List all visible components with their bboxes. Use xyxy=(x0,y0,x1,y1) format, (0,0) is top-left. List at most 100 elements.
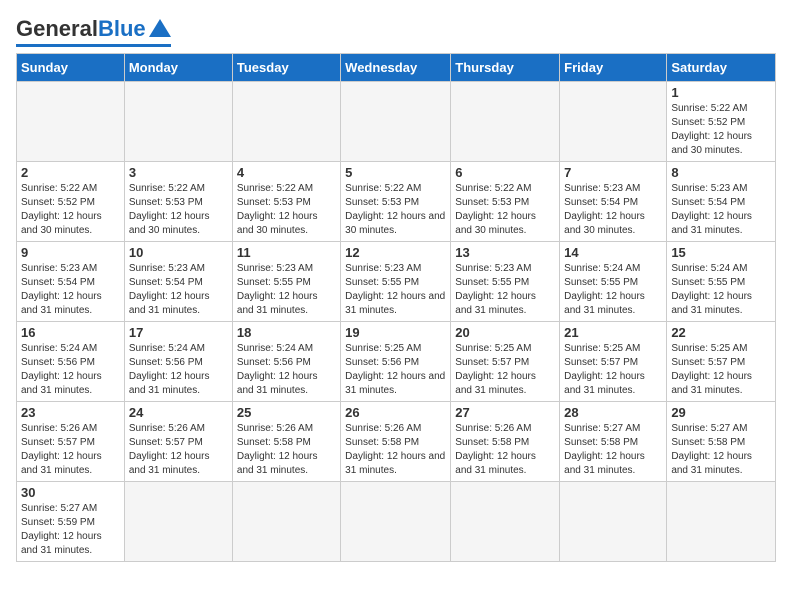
day-info: Sunrise: 5:23 AMSunset: 5:54 PMDaylight:… xyxy=(671,182,771,238)
calendar-cell: 16Sunrise: 5:24 AMSunset: 5:56 PMDayligh… xyxy=(17,322,125,402)
day-info: Sunrise: 5:22 AMSunset: 5:52 PMDaylight:… xyxy=(21,182,120,238)
day-number: 11 xyxy=(237,245,336,260)
day-info: Sunrise: 5:23 AMSunset: 5:55 PMDaylight:… xyxy=(455,262,555,318)
day-info: Sunrise: 5:26 AMSunset: 5:58 PMDaylight:… xyxy=(455,422,555,478)
calendar-cell xyxy=(560,82,667,162)
logo: General Blue xyxy=(16,16,171,47)
logo-icon xyxy=(149,19,171,37)
day-info: Sunrise: 5:25 AMSunset: 5:57 PMDaylight:… xyxy=(564,342,662,398)
day-info: Sunrise: 5:27 AMSunset: 5:58 PMDaylight:… xyxy=(564,422,662,478)
day-info: Sunrise: 5:24 AMSunset: 5:55 PMDaylight:… xyxy=(564,262,662,318)
calendar-cell xyxy=(667,482,776,562)
calendar-cell: 26Sunrise: 5:26 AMSunset: 5:58 PMDayligh… xyxy=(341,402,451,482)
calendar-cell xyxy=(451,82,560,162)
week-row-3: 9 Sunrise: 5:23 AMSunset: 5:54 PMDaylight… xyxy=(17,242,776,322)
calendar-cell: 12Sunrise: 5:23 AMSunset: 5:55 PMDayligh… xyxy=(341,242,451,322)
day-number: 17 xyxy=(129,325,228,340)
weekday-header-sunday: Sunday xyxy=(17,54,125,82)
logo-general-text: General xyxy=(16,16,98,42)
calendar-cell: 30 Sunrise: 5:27 AMSunset: 5:59 PMDayligh… xyxy=(17,482,125,562)
day-info: Sunrise: 5:25 AMSunset: 5:57 PMDaylight:… xyxy=(671,342,771,398)
calendar-cell: 18Sunrise: 5:24 AMSunset: 5:56 PMDayligh… xyxy=(232,322,340,402)
calendar-cell: 17Sunrise: 5:24 AMSunset: 5:56 PMDayligh… xyxy=(124,322,232,402)
calendar-table: SundayMondayTuesdayWednesdayThursdayFrid… xyxy=(16,53,776,562)
weekday-header-monday: Monday xyxy=(124,54,232,82)
day-number: 18 xyxy=(237,325,336,340)
calendar-cell: 24Sunrise: 5:26 AMSunset: 5:57 PMDayligh… xyxy=(124,402,232,482)
logo-underline xyxy=(16,44,171,47)
calendar-cell: 14Sunrise: 5:24 AMSunset: 5:55 PMDayligh… xyxy=(560,242,667,322)
weekday-header-thursday: Thursday xyxy=(451,54,560,82)
logo-blue-text: Blue xyxy=(98,16,146,42)
calendar-cell: 27Sunrise: 5:26 AMSunset: 5:58 PMDayligh… xyxy=(451,402,560,482)
day-number: 10 xyxy=(129,245,228,260)
day-number: 28 xyxy=(564,405,662,420)
day-number: 23 xyxy=(21,405,120,420)
calendar-cell xyxy=(341,82,451,162)
calendar-cell: 5Sunrise: 5:22 AMSunset: 5:53 PMDaylight… xyxy=(341,162,451,242)
calendar-cell: 8Sunrise: 5:23 AMSunset: 5:54 PMDaylight… xyxy=(667,162,776,242)
day-number: 12 xyxy=(345,245,446,260)
calendar-cell xyxy=(124,482,232,562)
week-row-5: 23 Sunrise: 5:26 AMSunset: 5:57 PMDayligh… xyxy=(17,402,776,482)
calendar-cell xyxy=(17,82,125,162)
calendar-cell: 1 Sunrise: 5:22 AMSunset: 5:52 PMDaylight… xyxy=(667,82,776,162)
calendar-cell: 9 Sunrise: 5:23 AMSunset: 5:54 PMDaylight… xyxy=(17,242,125,322)
day-info: Sunrise: 5:24 AMSunset: 5:55 PMDaylight:… xyxy=(671,262,771,318)
weekday-header-friday: Friday xyxy=(560,54,667,82)
calendar-cell: 4Sunrise: 5:22 AMSunset: 5:53 PMDaylight… xyxy=(232,162,340,242)
calendar-cell: 3 Sunrise: 5:22 AMSunset: 5:53 PMDaylight… xyxy=(124,162,232,242)
day-number: 2 xyxy=(21,165,120,180)
day-number: 9 xyxy=(21,245,120,260)
calendar-cell: 22 Sunrise: 5:25 AMSunset: 5:57 PMDayligh… xyxy=(667,322,776,402)
day-info: Sunrise: 5:22 AMSunset: 5:53 PMDaylight:… xyxy=(129,182,228,238)
day-number: 24 xyxy=(129,405,228,420)
calendar-cell: 28 Sunrise: 5:27 AMSunset: 5:58 PMDayligh… xyxy=(560,402,667,482)
calendar-cell: 20 Sunrise: 5:25 AMSunset: 5:57 PMDayligh… xyxy=(451,322,560,402)
calendar-cell xyxy=(451,482,560,562)
day-info: Sunrise: 5:26 AMSunset: 5:58 PMDaylight:… xyxy=(237,422,336,478)
calendar-cell: 11Sunrise: 5:23 AMSunset: 5:55 PMDayligh… xyxy=(232,242,340,322)
day-info: Sunrise: 5:23 AMSunset: 5:54 PMDaylight:… xyxy=(21,262,120,318)
day-number: 1 xyxy=(671,85,771,100)
day-number: 20 xyxy=(455,325,555,340)
day-info: Sunrise: 5:22 AMSunset: 5:52 PMDaylight:… xyxy=(671,102,771,158)
day-info: Sunrise: 5:22 AMSunset: 5:53 PMDaylight:… xyxy=(345,182,446,238)
weekday-header-wednesday: Wednesday xyxy=(341,54,451,82)
header: General Blue xyxy=(16,16,776,47)
day-number: 6 xyxy=(455,165,555,180)
day-number: 7 xyxy=(564,165,662,180)
calendar-cell: 25 Sunrise: 5:26 AMSunset: 5:58 PMDayligh… xyxy=(232,402,340,482)
day-info: Sunrise: 5:23 AMSunset: 5:54 PMDaylight:… xyxy=(129,262,228,318)
day-number: 25 xyxy=(237,405,336,420)
day-info: Sunrise: 5:26 AMSunset: 5:58 PMDaylight:… xyxy=(345,422,446,478)
day-info: Sunrise: 5:23 AMSunset: 5:54 PMDaylight:… xyxy=(564,182,662,238)
day-number: 16 xyxy=(21,325,120,340)
day-info: Sunrise: 5:25 AMSunset: 5:57 PMDaylight:… xyxy=(455,342,555,398)
week-row-4: 16Sunrise: 5:24 AMSunset: 5:56 PMDayligh… xyxy=(17,322,776,402)
weekday-header-tuesday: Tuesday xyxy=(232,54,340,82)
day-info: Sunrise: 5:27 AMSunset: 5:59 PMDaylight:… xyxy=(21,502,120,558)
calendar-cell: 15 Sunrise: 5:24 AMSunset: 5:55 PMDayligh… xyxy=(667,242,776,322)
calendar-cell xyxy=(341,482,451,562)
week-row-2: 2 Sunrise: 5:22 AMSunset: 5:52 PMDaylight… xyxy=(17,162,776,242)
day-number: 3 xyxy=(129,165,228,180)
calendar-cell: 10 Sunrise: 5:23 AMSunset: 5:54 PMDayligh… xyxy=(124,242,232,322)
day-number: 22 xyxy=(671,325,771,340)
calendar-cell xyxy=(124,82,232,162)
calendar-cell: 6 Sunrise: 5:22 AMSunset: 5:53 PMDaylight… xyxy=(451,162,560,242)
calendar-cell: 2 Sunrise: 5:22 AMSunset: 5:52 PMDaylight… xyxy=(17,162,125,242)
weekday-header-saturday: Saturday xyxy=(667,54,776,82)
day-number: 30 xyxy=(21,485,120,500)
day-info: Sunrise: 5:26 AMSunset: 5:57 PMDaylight:… xyxy=(21,422,120,478)
day-info: Sunrise: 5:22 AMSunset: 5:53 PMDaylight:… xyxy=(237,182,336,238)
calendar-cell: 13Sunrise: 5:23 AMSunset: 5:55 PMDayligh… xyxy=(451,242,560,322)
day-info: Sunrise: 5:22 AMSunset: 5:53 PMDaylight:… xyxy=(455,182,555,238)
day-info: Sunrise: 5:27 AMSunset: 5:58 PMDaylight:… xyxy=(671,422,771,478)
day-number: 15 xyxy=(671,245,771,260)
day-number: 29 xyxy=(671,405,771,420)
day-info: Sunrise: 5:25 AMSunset: 5:56 PMDaylight:… xyxy=(345,342,446,398)
calendar-cell xyxy=(232,82,340,162)
calendar-cell xyxy=(232,482,340,562)
week-row-1: 1 Sunrise: 5:22 AMSunset: 5:52 PMDaylight… xyxy=(17,82,776,162)
